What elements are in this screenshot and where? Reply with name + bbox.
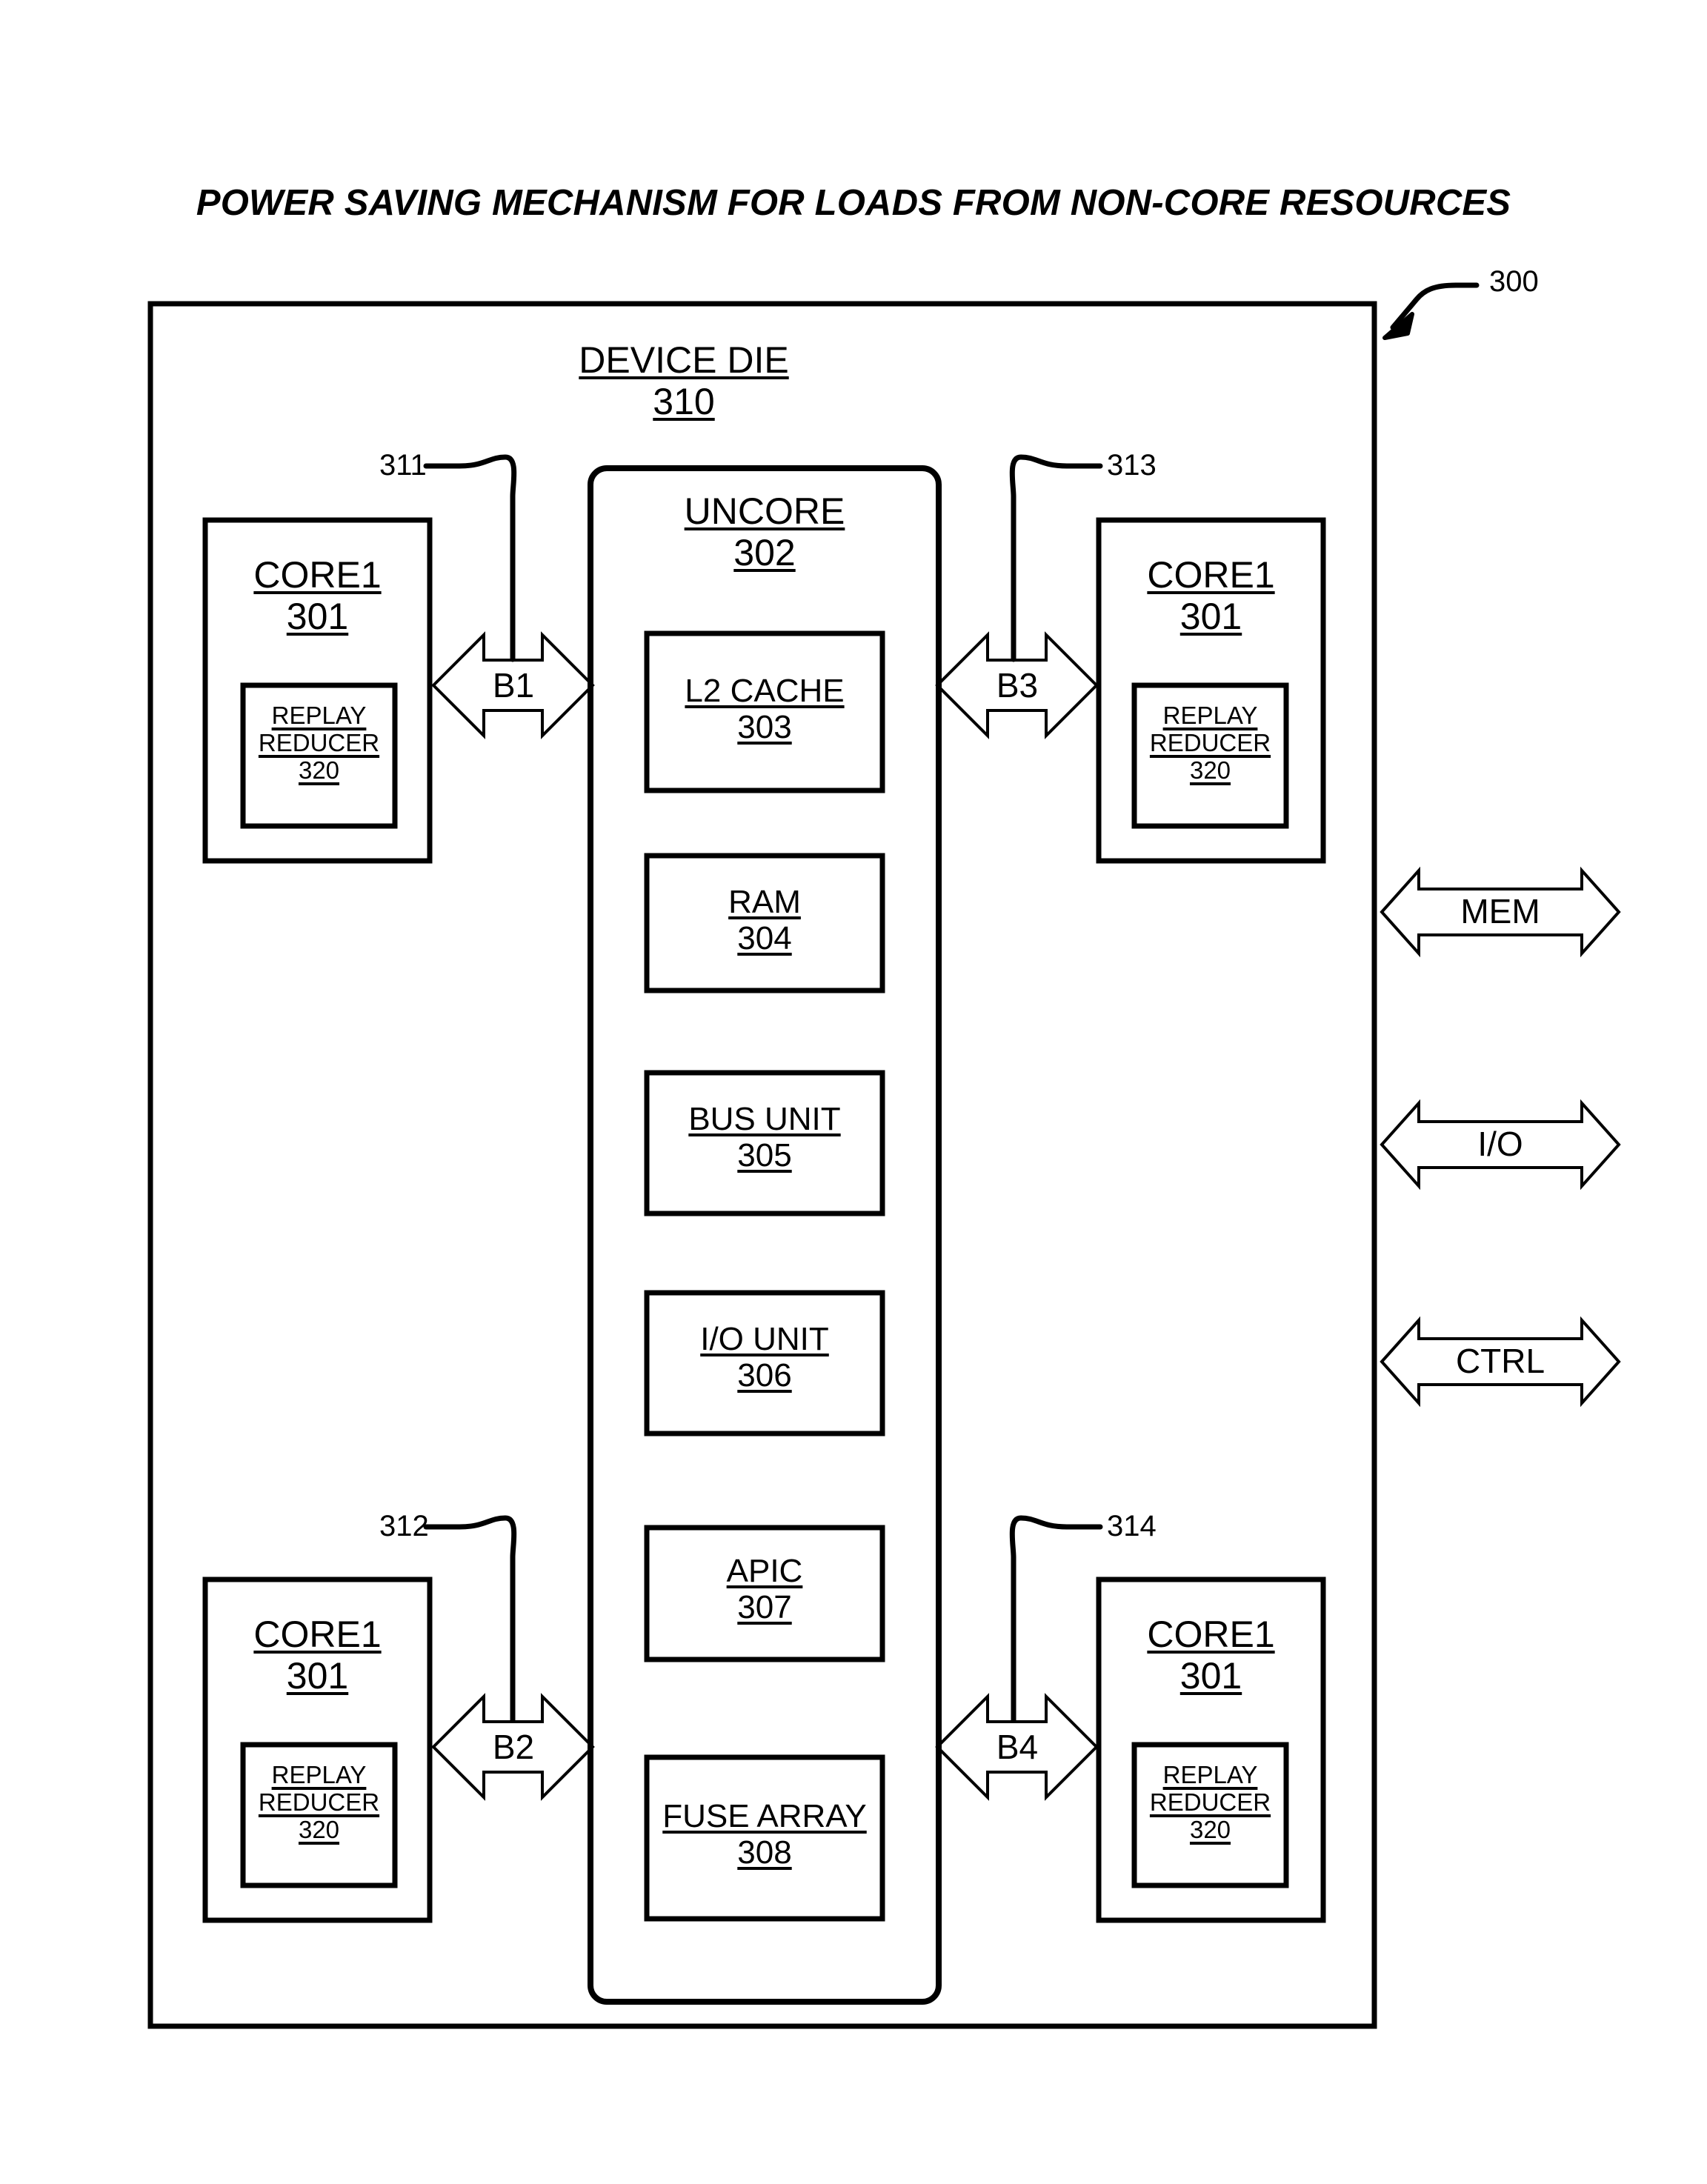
replay-reducer-ref-bottom-left: 320: [298, 1815, 340, 1843]
bus-ref-313-leader: [1009, 454, 1103, 662]
ram-label: RAM 304: [647, 884, 882, 957]
bus-ref-314-leader: [1009, 1515, 1103, 1723]
bus-label-b4: B4: [996, 1728, 1039, 1766]
replay-reducer-line2-top-left: REDUCER: [258, 728, 380, 756]
uncore-ref: 302: [733, 532, 796, 573]
apic-ref: 307: [737, 1589, 792, 1626]
external-label-io: I/O: [1477, 1125, 1523, 1163]
replay-reducer-line2-bottom-right: REDUCER: [1149, 1788, 1271, 1816]
bus-ref-313: 313: [1107, 449, 1157, 482]
figure-ref-300-leader: [1382, 282, 1480, 340]
core-ref-top-right: 301: [1179, 596, 1242, 637]
ram-name: RAM: [728, 884, 801, 920]
bus-unit-name: BUS UNIT: [688, 1101, 841, 1137]
l2-cache-ref: 303: [737, 709, 792, 746]
io-unit-name: I/O UNIT: [700, 1321, 829, 1357]
uncore-name: UNCORE: [684, 490, 845, 532]
replay-reducer-label-top-left: REPLAY REDUCER 320: [243, 702, 395, 785]
io-unit-label: I/O UNIT 306: [647, 1321, 882, 1394]
l2-cache-name: L2 CACHE: [685, 673, 845, 709]
core-name-top-left: CORE1: [253, 554, 382, 596]
external-label-ctrl: CTRL: [1455, 1342, 1545, 1380]
core-ref-bottom-left: 301: [286, 1655, 349, 1697]
replay-reducer-line2-bottom-left: REDUCER: [258, 1788, 380, 1816]
bus-ref-311-leader: [423, 454, 517, 662]
bus-ref-311: 311: [379, 449, 427, 482]
apic-label: APIC 307: [647, 1553, 882, 1626]
device-die-ref: 310: [653, 381, 715, 422]
replay-reducer-line2-top-right: REDUCER: [1149, 728, 1271, 756]
core-ref-bottom-right: 301: [1179, 1655, 1242, 1697]
replay-reducer-line1-bottom-left: REPLAY: [271, 1761, 367, 1788]
replay-reducer-line1-top-left: REPLAY: [271, 702, 367, 729]
bus-unit-label: BUS UNIT 305: [647, 1101, 882, 1174]
replay-reducer-ref-bottom-right: 320: [1189, 1815, 1231, 1843]
bus-unit-ref: 305: [737, 1137, 792, 1174]
bus-label-b3: B3: [996, 666, 1039, 705]
replay-reducer-label-bottom-left: REPLAY REDUCER 320: [243, 1761, 395, 1844]
core-name-bottom-right: CORE1: [1147, 1614, 1275, 1655]
replay-reducer-ref-top-left: 320: [298, 756, 340, 784]
bus-ref-314: 314: [1107, 1510, 1157, 1542]
uncore-label: UNCORE 302: [602, 490, 928, 573]
bus-label-b2: B2: [492, 1728, 535, 1766]
device-die-name: DEVICE DIE: [579, 339, 789, 381]
device-die-label: DEVICE DIE 310: [521, 339, 847, 422]
fuse-array-name: FUSE ARRAY: [662, 1798, 867, 1834]
l2-cache-label: L2 CACHE 303: [647, 673, 882, 746]
core-label-top-left: CORE1 301: [205, 554, 430, 637]
figure-ref-300: 300: [1489, 265, 1539, 298]
core-label-top-right: CORE1 301: [1099, 554, 1323, 637]
core-ref-top-left: 301: [286, 596, 349, 637]
fuse-array-ref: 308: [737, 1834, 792, 1871]
bus-label-b1: B1: [492, 666, 535, 705]
core-name-top-right: CORE1: [1147, 554, 1275, 596]
replay-reducer-ref-top-right: 320: [1189, 756, 1231, 784]
apic-name: APIC: [726, 1553, 803, 1589]
io-unit-ref: 306: [737, 1357, 792, 1394]
replay-reducer-label-bottom-right: REPLAY REDUCER 320: [1134, 1761, 1286, 1844]
fuse-array-label: FUSE ARRAY 308: [636, 1798, 894, 1871]
replay-reducer-label-top-right: REPLAY REDUCER 320: [1134, 702, 1286, 785]
replay-reducer-line1-bottom-right: REPLAY: [1162, 1761, 1258, 1788]
core-label-bottom-right: CORE1 301: [1099, 1614, 1323, 1697]
bus-ref-312-leader: [423, 1515, 517, 1723]
core-name-bottom-left: CORE1: [253, 1614, 382, 1655]
external-label-mem: MEM: [1460, 892, 1540, 930]
patent-figure: POWER SAVING MECHANISM FOR LOADS FROM NO…: [0, 0, 1707, 2184]
bus-ref-312: 312: [379, 1510, 429, 1542]
core-label-bottom-left: CORE1 301: [205, 1614, 430, 1697]
replay-reducer-line1-top-right: REPLAY: [1162, 702, 1258, 729]
ram-ref: 304: [737, 920, 792, 957]
